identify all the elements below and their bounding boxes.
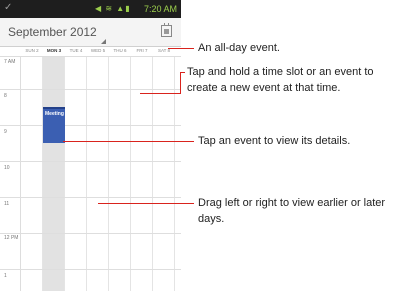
calendar-header: September 2012: [0, 18, 181, 47]
hour-label: 9: [4, 129, 7, 135]
annotation-tap-event: Tap an event to view its details.: [198, 135, 351, 147]
tap-hold-leader: [140, 93, 180, 94]
hour-line: [0, 161, 181, 162]
status-time: 7:20 AM: [143, 4, 177, 14]
hour-label: 1: [4, 273, 7, 279]
hour-line: [0, 197, 181, 198]
day-label: THU 6: [113, 48, 127, 53]
all-day-leader: [168, 48, 194, 49]
day-label: WED 5: [90, 48, 106, 53]
day-column[interactable]: [21, 57, 43, 291]
day-label: TUE 4: [69, 48, 83, 53]
tap-hold-leader-vertical: [180, 72, 181, 94]
hour-label: 8: [4, 93, 7, 99]
day-header-row: SUN 2 MON 3 TUE 4 WED 5 THU 6 FRI 7 SAT …: [0, 47, 181, 57]
hour-label: 10: [4, 165, 10, 171]
annotation-tap-hold: Tap and hold a time slot or an event to …: [187, 66, 374, 94]
day-column[interactable]: [65, 57, 87, 291]
hour-label: 11: [4, 201, 10, 207]
hour-line: [0, 125, 181, 126]
hour-line: [0, 89, 181, 90]
month-title[interactable]: September 2012: [8, 25, 97, 39]
tap-hold-leader-tip: [180, 72, 185, 73]
phone-screen: ✓ ◀ ≋ ▲▮ 7:20 AM September 2012 SUN 2 MO…: [0, 0, 181, 291]
notification-icon: ✓: [4, 2, 13, 13]
day-column-today[interactable]: [43, 57, 65, 291]
day-label: FRI 7: [136, 48, 148, 53]
annotation-drag: Drag left or right to view earlier or la…: [198, 197, 386, 225]
hour-label: 7 AM: [4, 59, 16, 65]
today-calendar-icon[interactable]: [161, 23, 172, 37]
day-column[interactable]: [87, 57, 109, 291]
day-label: SUN 2: [25, 48, 39, 53]
day-label-today: MON 3: [46, 48, 62, 53]
hour-label: 12 PM: [4, 235, 19, 241]
hour-line: [0, 233, 181, 234]
annotation-all-day: An all-day event.: [198, 42, 280, 54]
tap-event-leader: [63, 141, 194, 142]
drag-leader: [98, 203, 194, 204]
day-column[interactable]: [109, 57, 131, 291]
dropdown-caret-icon[interactable]: [101, 39, 106, 44]
hour-line: [0, 269, 181, 270]
calendar-event[interactable]: Meeting: [43, 107, 65, 143]
status-bar: ✓ ◀ ≋ ▲▮ 7:20 AM: [0, 0, 181, 18]
signal-icons: ◀ ≋ ▲▮: [95, 4, 131, 13]
